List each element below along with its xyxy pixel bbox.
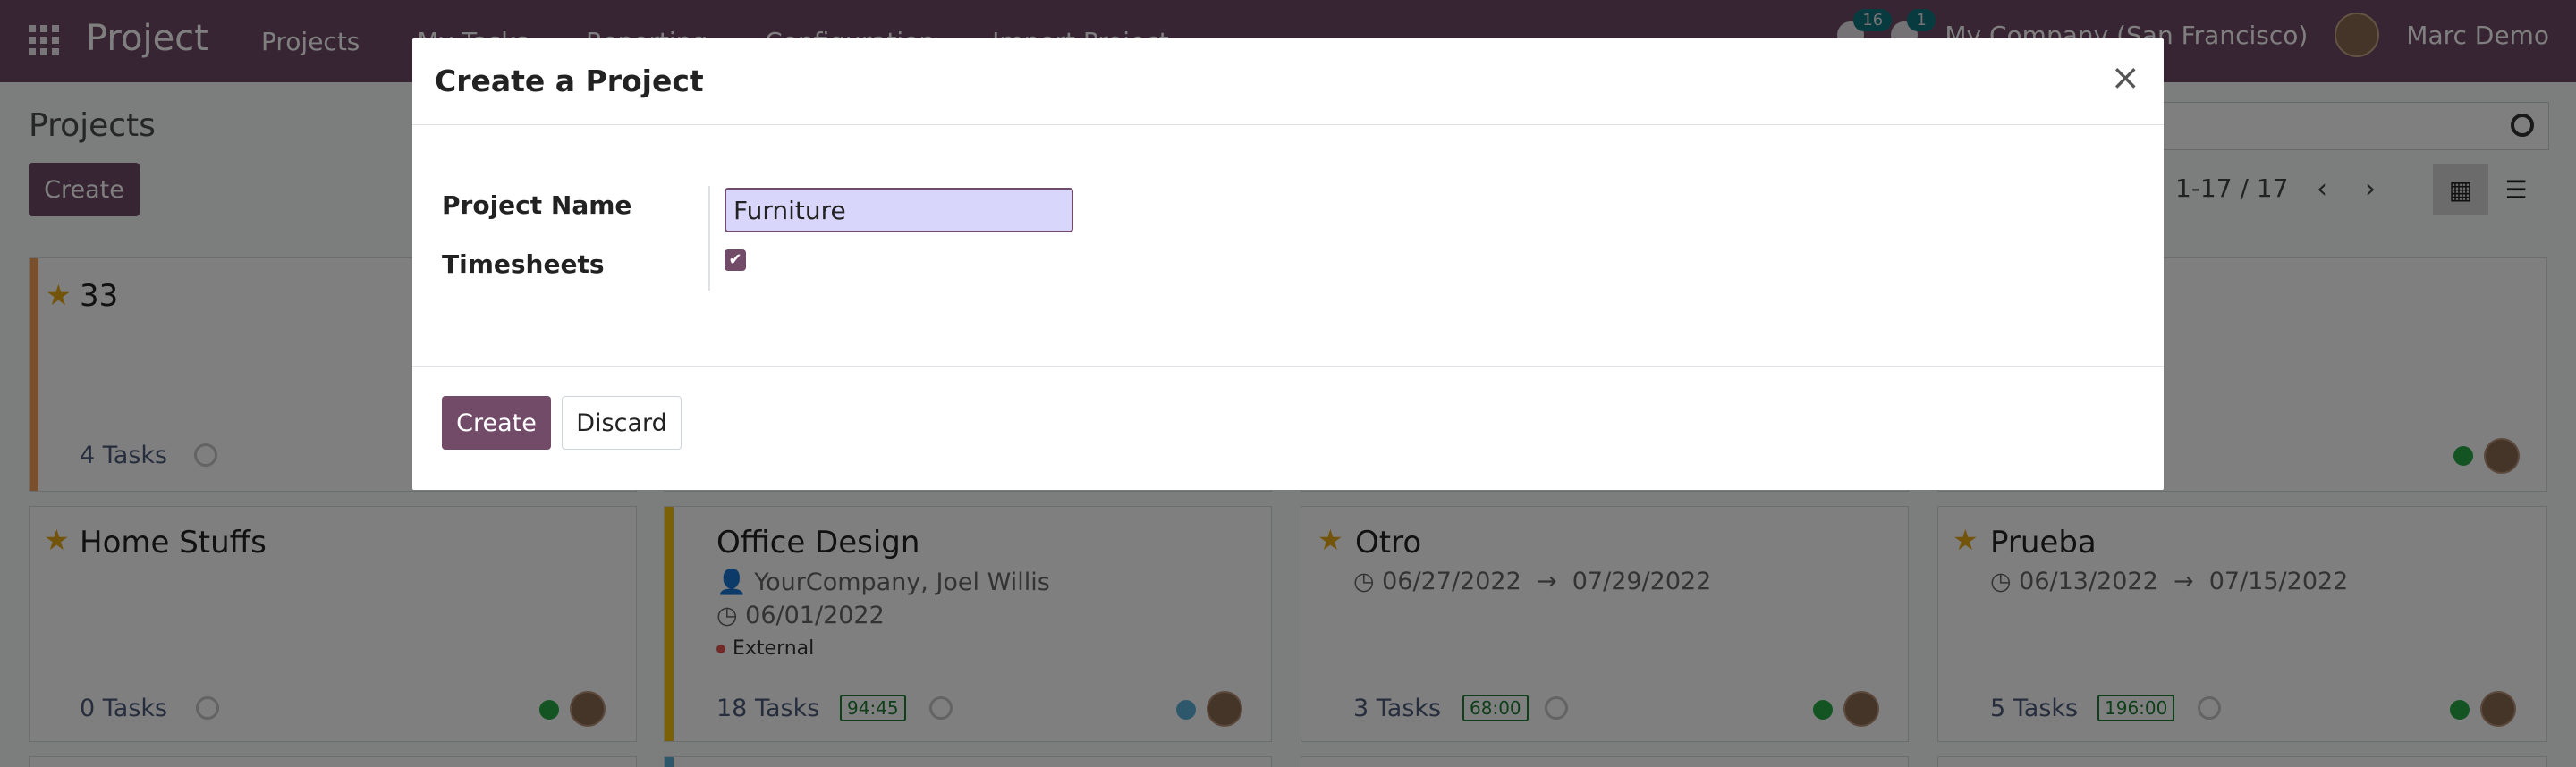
- close-icon[interactable]: ×: [2110, 60, 2140, 96]
- project-name-input[interactable]: [724, 188, 1073, 232]
- create-project-dialog: Create a Project × Project Name Timeshee…: [412, 38, 2164, 490]
- timesheets-label: Timesheets: [442, 249, 605, 279]
- discard-button[interactable]: Discard: [562, 396, 682, 450]
- dialog-header: Create a Project ×: [412, 38, 2164, 125]
- dialog-footer: Create Discard: [412, 366, 2164, 490]
- create-button[interactable]: Create: [442, 396, 551, 450]
- field-separator: [708, 186, 710, 291]
- project-name-label: Project Name: [442, 190, 632, 220]
- timesheets-checkbox[interactable]: ✔: [724, 249, 746, 271]
- dialog-title: Create a Project: [435, 63, 704, 98]
